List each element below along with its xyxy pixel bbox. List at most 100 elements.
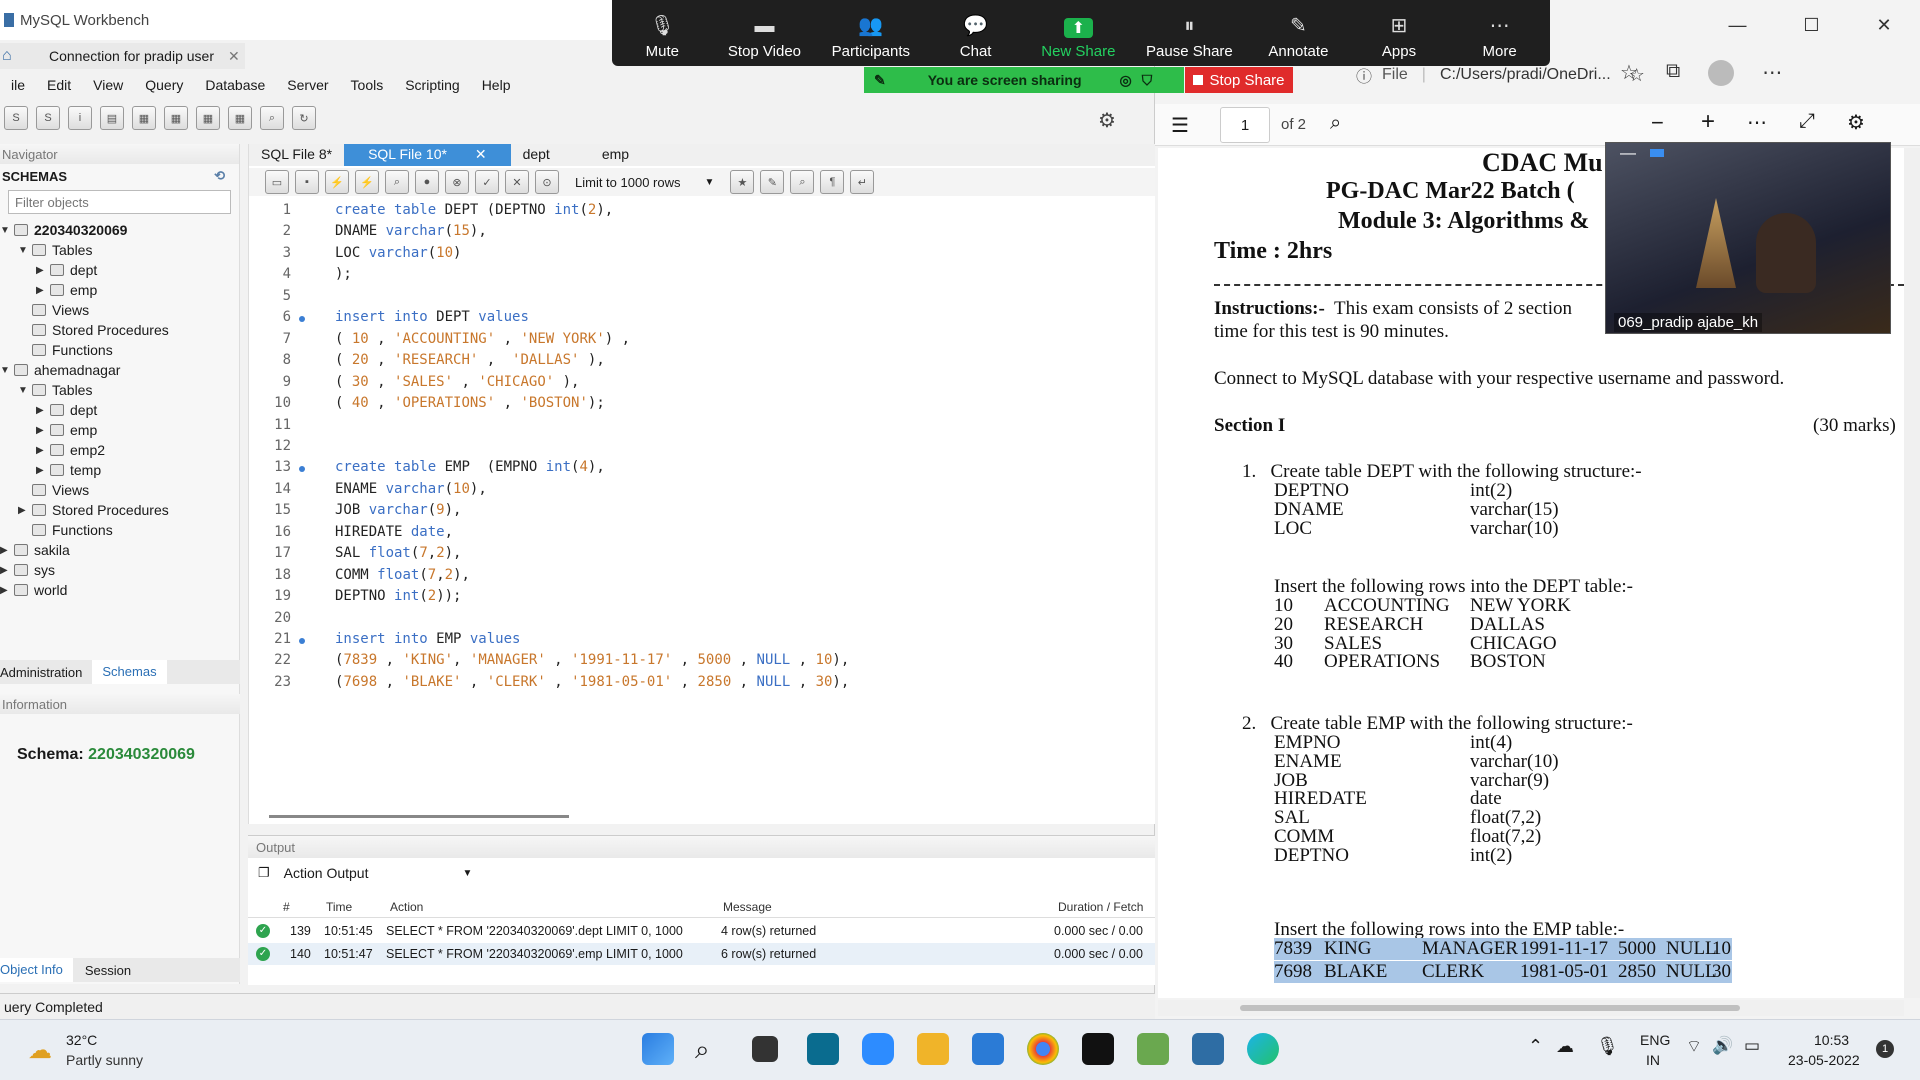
beautify-icon[interactable]: ✎ [760, 170, 785, 194]
chevron-down-icon[interactable]: ▼ [18, 245, 32, 256]
chevron-right-icon[interactable]: ▶ [36, 285, 50, 296]
tree-item[interactable]: Functions [0, 340, 239, 360]
rollback-icon[interactable]: ✕ [505, 170, 529, 194]
stop-icon[interactable]: ● [415, 170, 439, 194]
battery-icon[interactable]: ▭ [1744, 1036, 1760, 1056]
menu-item-4[interactable]: Database [194, 77, 276, 93]
tree-item[interactable]: ▶ temp [0, 460, 239, 480]
clock-time[interactable]: 10:53 [1814, 1032, 1849, 1048]
explain-icon[interactable]: ⌕ [385, 170, 409, 194]
new-sql-tab-icon[interactable]: S [4, 106, 28, 130]
vscode-icon[interactable] [972, 1033, 1004, 1065]
pin-icon[interactable]: ✎ [874, 72, 886, 89]
chevron-down-icon[interactable]: ▼ [462, 868, 472, 879]
tab-sql-file-8[interactable]: SQL File 8* [249, 144, 344, 166]
create-schema-icon[interactable]: ▤ [100, 106, 124, 130]
edge-icon[interactable] [1247, 1033, 1279, 1065]
maximize-icon[interactable]: ☐ [1803, 15, 1819, 36]
search-icon[interactable]: ⌕ [695, 1034, 710, 1066]
chevron-right-icon[interactable]: ▶ [36, 425, 50, 436]
minimize-icon[interactable]: — [1728, 15, 1746, 36]
bookmark-icon[interactable]: ★ [730, 170, 755, 194]
chevron-down-icon[interactable]: ▼ [705, 177, 715, 188]
zoom-apps-button[interactable]: ⊞ Apps [1364, 13, 1434, 60]
tree-item[interactable]: ▶ emp2 [0, 440, 239, 460]
tree-item[interactable]: Views [0, 300, 239, 320]
tab-administration[interactable]: Administration [0, 665, 92, 680]
zoom-in-icon[interactable]: + [1701, 108, 1715, 136]
copy-icon[interactable]: ❐ [258, 865, 270, 881]
create-table-icon[interactable]: ▦ [132, 106, 156, 130]
notepad-icon[interactable] [1137, 1033, 1169, 1065]
filter-objects-input[interactable] [15, 194, 215, 210]
tree-item[interactable]: ▶ dept [0, 260, 239, 280]
output-row[interactable]: ✓ 140 10:51:47 SELECT * FROM '220340320069'… [248, 943, 1155, 965]
autocommit-icon[interactable]: ⊙ [535, 170, 559, 194]
close-tab-icon[interactable]: ✕ [463, 144, 499, 164]
contents-icon[interactable]: ☰ [1171, 113, 1189, 138]
inspector-icon[interactable]: i [68, 106, 92, 130]
home-icon[interactable]: ⌂ [2, 47, 22, 65]
chevron-right-icon[interactable]: ▶ [18, 505, 32, 516]
language[interactable]: ENG [1640, 1032, 1670, 1048]
microphone-icon[interactable]: 🎙 [1596, 1036, 1619, 1057]
tree-item[interactable]: Functions [0, 520, 239, 540]
tree-item[interactable]: ▼ Tables [0, 240, 239, 260]
open-file-icon[interactable]: ▭ [265, 170, 289, 194]
wrap-icon[interactable]: ↵ [850, 170, 875, 194]
pdf-vertical-scrollbar[interactable] [1904, 148, 1920, 998]
settings-icon[interactable]: ⚙ [1847, 110, 1865, 135]
chevron-right-icon[interactable]: ▶ [36, 465, 50, 476]
zoom-chat-button[interactable]: 💬 Chat [941, 13, 1011, 60]
toggle-error-icon[interactable]: ⊗ [445, 170, 469, 194]
zoom-stop-video-button[interactable]: ▬ Stop Video [728, 15, 801, 60]
tree-item[interactable]: ▶ sakila [0, 540, 239, 560]
video-view-icon[interactable] [1650, 149, 1664, 157]
notification-badge[interactable]: 1 [1876, 1040, 1894, 1058]
add-favorite-icon[interactable]: ☆ [1629, 65, 1645, 86]
chevron-up-icon[interactable]: ⌃ [1528, 1036, 1543, 1057]
sql-code-editor[interactable]: 1 create table DEPT (DEPTNO int(2), 2 DNAME… [249, 202, 1156, 802]
tab-object-info[interactable]: Object Info [0, 958, 73, 982]
chevron-right-icon[interactable]: ▶ [36, 445, 50, 456]
limit-rows-select[interactable]: Limit to 1000 rows [575, 175, 681, 190]
participant-video[interactable]: — 069_pradip ajabe_kh [1605, 142, 1891, 334]
zoom-new-share-button[interactable]: ⬆ New Share [1041, 18, 1115, 60]
chevron-right-icon[interactable]: ▶ [0, 545, 14, 556]
menu-item-1[interactable]: Edit [36, 77, 82, 93]
fit-page-icon[interactable]: ⤢ [1799, 110, 1815, 133]
refresh-icon[interactable]: ⟲ [214, 168, 225, 184]
execute-current-icon[interactable]: ⚡ [355, 170, 379, 194]
menu-item-5[interactable]: Server [276, 77, 339, 93]
tab-emp[interactable]: emp [562, 144, 641, 166]
tab-schemas[interactable]: Schemas [92, 660, 167, 684]
chevron-right-icon[interactable]: ▶ [36, 405, 50, 416]
more-icon[interactable]: ⋯ [1762, 60, 1782, 86]
menu-item-8[interactable]: Help [471, 77, 522, 93]
chevron-right-icon[interactable]: ▶ [0, 585, 14, 596]
wifi-icon[interactable]: ⌔ [1686, 1036, 1702, 1057]
tree-item[interactable]: ▼ ahemadnagar [0, 360, 239, 380]
save-icon[interactable]: ▪ [295, 170, 319, 194]
info-icon[interactable]: ⓘ [1356, 63, 1372, 87]
menu-item-0[interactable]: ile [0, 77, 36, 93]
invisible-chars-icon[interactable]: ¶ [820, 170, 845, 194]
tree-item[interactable]: ▶ dept [0, 400, 239, 420]
zoom-out-icon[interactable]: − [1651, 110, 1664, 136]
execute-icon[interactable]: ⚡ [325, 170, 349, 194]
weather-icon[interactable]: ☁ [28, 1036, 52, 1065]
address-text[interactable]: C:/Users/pradi/OneDri... [1440, 66, 1611, 84]
profile-avatar[interactable] [1708, 60, 1735, 86]
tab-session[interactable]: Session [73, 963, 143, 978]
chevron-down-icon[interactable]: ▼ [0, 225, 14, 236]
action-output-select[interactable]: Action Output [284, 865, 369, 881]
menu-item-6[interactable]: Tools [340, 77, 395, 93]
clock-date[interactable]: 23-05-2022 [1788, 1052, 1860, 1068]
tree-item[interactable]: ▼ 220340320069 [0, 220, 239, 240]
search-icon[interactable]: ⌕ [1330, 112, 1341, 135]
search-table-icon[interactable]: ⌕ [260, 106, 284, 130]
tree-item[interactable]: ▶ sys [0, 560, 239, 580]
chevron-right-icon[interactable]: ▶ [36, 265, 50, 276]
zoom-app-icon[interactable] [862, 1033, 894, 1065]
stop-share-button[interactable]: Stop Share [1185, 67, 1293, 93]
